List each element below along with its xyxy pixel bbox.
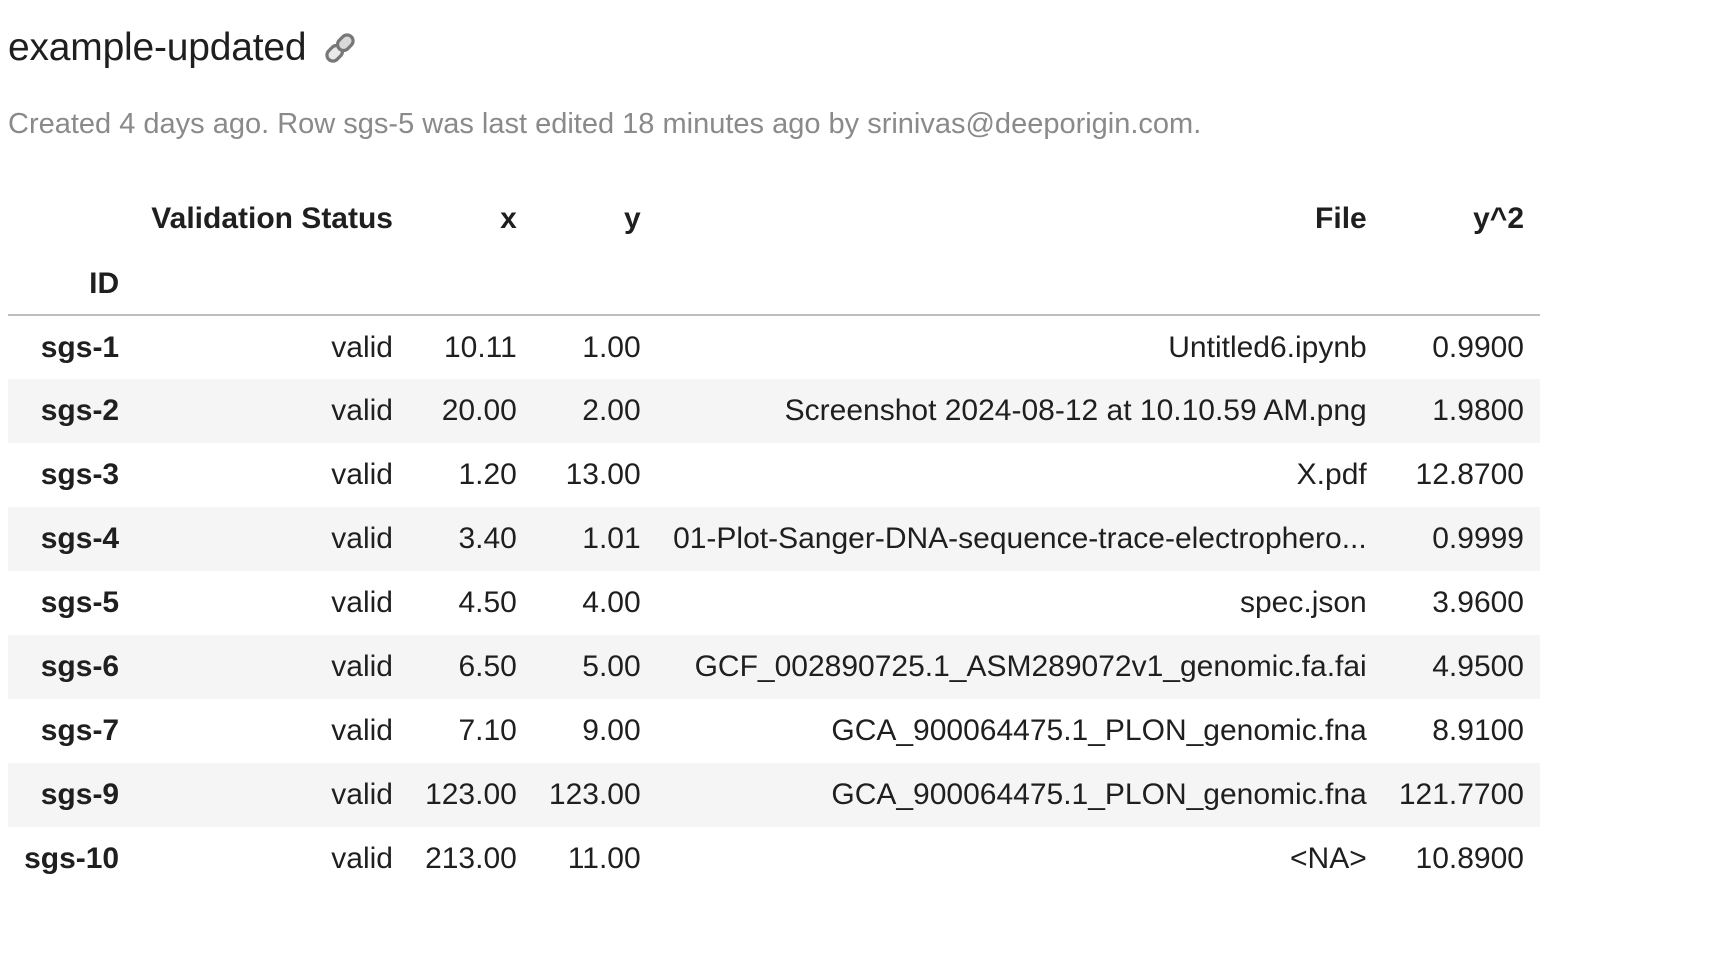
row-id: sgs-1 (40, 330, 120, 364)
x-cell: 1.20 (458, 458, 517, 491)
index-header-blank (8, 184, 135, 254)
table-row[interactable]: sgs-4 valid 3.40 1.01 01-Plot-Sanger-DNA… (8, 507, 1540, 571)
y-cell: 123.00 (548, 778, 641, 811)
validation-status-cell: valid (331, 330, 393, 364)
y-squared-cell: 8.9100 (1432, 714, 1524, 747)
index-header-row: ID (8, 254, 1540, 315)
table-body: sgs-1 valid 10.11 1.00 Untitled6.ipynb 0… (8, 315, 1540, 891)
column-header-y-squared[interactable]: y^2 (1383, 184, 1540, 254)
y-squared-cell: 3.9600 (1432, 586, 1524, 619)
file-cell[interactable]: Untitled6.ipynb (657, 315, 1383, 379)
column-header-file[interactable]: File (657, 184, 1383, 254)
row-id: sgs-5 (40, 586, 120, 619)
y-cell: 1.01 (582, 522, 641, 555)
validation-status-cell: valid (331, 394, 393, 427)
row-id: sgs-6 (40, 650, 120, 683)
x-cell: 4.50 (458, 586, 517, 619)
x-cell: 10.11 (443, 330, 517, 364)
column-header-row: Validation Status x y File y^2 (8, 184, 1540, 254)
y-cell: 2.00 (582, 394, 641, 427)
x-cell: 7.10 (458, 714, 517, 747)
validation-status-cell: valid (331, 714, 393, 747)
data-table: Validation Status x y File y^2 ID sgs-1 … (8, 184, 1540, 891)
y-cell: 4.00 (582, 586, 641, 619)
table-row[interactable]: sgs-2 valid 20.00 2.00 Screenshot 2024-0… (8, 379, 1540, 443)
table-row[interactable]: sgs-9 valid 123.00 123.00 GCA_900064475.… (8, 763, 1540, 827)
y-cell: 1.00 (582, 330, 641, 364)
row-id: sgs-3 (40, 458, 120, 491)
column-header-y[interactable]: y (533, 184, 657, 254)
row-id: sgs-7 (40, 714, 120, 747)
validation-status-cell: valid (331, 650, 393, 683)
y-squared-cell: 1.9800 (1432, 394, 1524, 427)
table-row[interactable]: sgs-3 valid 1.20 13.00 X.pdf 12.8700 (8, 443, 1540, 507)
row-id: sgs-4 (40, 522, 120, 555)
table-row[interactable]: sgs-6 valid 6.50 5.00 GCF_002890725.1_AS… (8, 635, 1540, 699)
row-id: sgs-9 (40, 778, 120, 811)
last-edited-info: Created 4 days ago. Row sgs-5 was last e… (8, 108, 1202, 140)
y-cell: 13.00 (565, 458, 641, 491)
validation-status-cell: valid (331, 522, 393, 555)
file-cell[interactable]: GCF_002890725.1_ASM289072v1_genomic.fa.f… (657, 635, 1383, 699)
database-view: example-updated Created 4 days ago. Row … (0, 0, 1718, 891)
file-cell[interactable]: GCA_900064475.1_PLON_genomic.fna (657, 763, 1383, 827)
y-squared-cell: 12.8700 (1415, 458, 1524, 491)
file-cell[interactable]: Screenshot 2024-08-12 at 10.10.59 AM.png (657, 379, 1383, 443)
y-squared-cell: 10.8900 (1415, 842, 1524, 875)
x-cell: 20.00 (441, 394, 517, 427)
validation-status-cell: valid (331, 778, 393, 811)
table-row[interactable]: sgs-5 valid 4.50 4.00 spec.json 3.9600 (8, 571, 1540, 635)
row-id: sgs-10 (24, 842, 120, 875)
file-cell[interactable]: X.pdf (657, 443, 1383, 507)
column-header-validation-status[interactable]: Validation Status (135, 184, 409, 254)
y-squared-cell: 4.9500 (1432, 650, 1524, 683)
page-title: example-updated (8, 26, 307, 69)
table-row[interactable]: sgs-7 valid 7.10 9.00 GCA_900064475.1_PL… (8, 699, 1540, 763)
table-row[interactable]: sgs-1 valid 10.11 1.00 Untitled6.ipynb 0… (8, 315, 1540, 379)
column-header-x[interactable]: x (409, 184, 533, 254)
y-squared-cell: 0.9900 (1432, 330, 1524, 364)
y-cell: 11.00 (567, 842, 641, 875)
index-header-id[interactable]: ID (8, 254, 135, 315)
x-cell: 213.00 (425, 842, 517, 875)
x-cell: 3.40 (458, 522, 517, 555)
y-squared-cell: 121.7700 (1398, 778, 1524, 811)
file-cell[interactable]: GCA_900064475.1_PLON_genomic.fna (657, 699, 1383, 763)
y-squared-cell: 0.9999 (1432, 522, 1524, 555)
row-id: sgs-2 (40, 394, 120, 427)
y-cell: 9.00 (582, 714, 641, 747)
table-row[interactable]: sgs-10 valid 213.00 11.00 <NA> 10.8900 (8, 827, 1540, 891)
validation-status-cell: valid (331, 458, 393, 491)
y-cell: 5.00 (582, 650, 641, 683)
validation-status-cell: valid (331, 842, 393, 875)
title-row: example-updated (8, 0, 1718, 96)
validation-status-cell: valid (331, 586, 393, 619)
x-cell: 123.00 (425, 778, 517, 811)
link-icon[interactable] (320, 26, 364, 70)
file-cell[interactable]: <NA> (657, 827, 1383, 891)
file-cell[interactable]: spec.json (657, 571, 1383, 635)
x-cell: 6.50 (458, 650, 517, 683)
file-cell[interactable]: 01-Plot-Sanger-DNA-sequence-trace-electr… (657, 507, 1383, 571)
